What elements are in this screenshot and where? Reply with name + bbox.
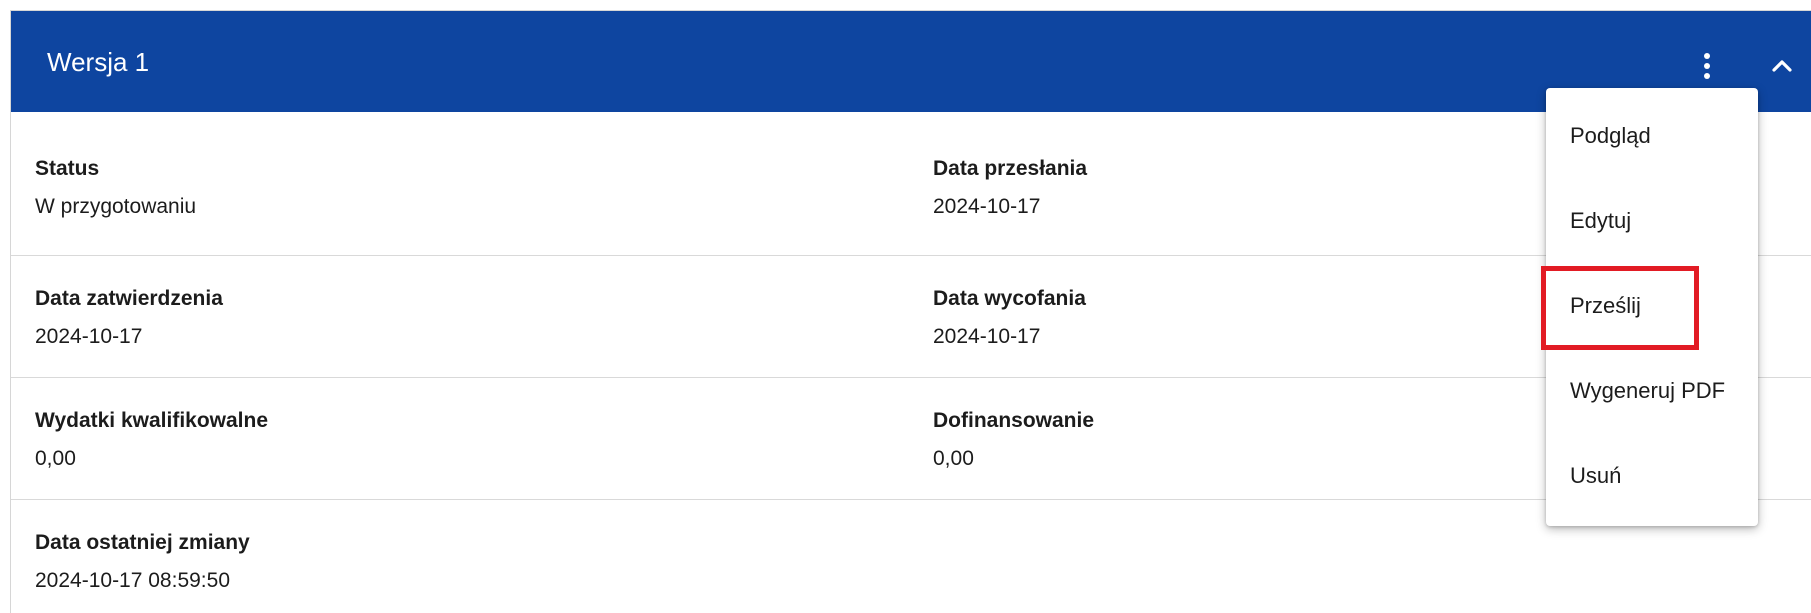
details-row: Wydatki kwalifikowalne 0,00 Dofinansowan… [11,378,1811,500]
version-card: Wersja 1 Status W przygotowaniu Data prz… [10,10,1811,613]
field-value: 0,00 [35,447,76,470]
last-modified-field: Data ostatniej zmiany 2024-10-17 08:59:5… [35,530,250,594]
menu-item-preview[interactable]: Podgląd [1546,106,1758,166]
co-financing-field: Dofinansowanie 0,00 [933,408,1094,472]
submission-date-field: Data przesłania 2024-10-17 [933,156,1087,220]
chevron-up-icon [1772,60,1792,72]
menu-item-label: Wygeneruj PDF [1570,378,1726,403]
more-options-button[interactable] [1695,51,1719,81]
field-value: 2024-10-17 [933,325,1041,348]
page: Wersja 1 Status W przygotowaniu Data prz… [0,0,1811,613]
status-field: Status W przygotowaniu [35,156,196,220]
details-row: Data zatwierdzenia 2024-10-17 Data wycof… [11,256,1811,378]
menu-item-label: Prześlij [1570,293,1641,318]
card-header[interactable]: Wersja 1 [11,11,1811,112]
field-value: 2024-10-17 [35,325,143,348]
details-row: Data ostatniej zmiany 2024-10-17 08:59:5… [11,500,1811,613]
menu-item-edit[interactable]: Edytuj [1546,191,1758,251]
menu-item-generate-pdf[interactable]: Wygeneruj PDF [1546,361,1758,421]
menu-item-label: Usuń [1570,463,1622,488]
field-value: W przygotowaniu [35,195,197,218]
field-value: 2024-10-17 [933,195,1041,218]
card-title: Wersja 1 [47,47,150,77]
menu-item-delete[interactable]: Usuń [1546,446,1758,506]
collapse-button[interactable] [1767,51,1797,81]
field-label: Status [35,157,100,180]
field-label: Dofinansowanie [933,409,1095,432]
actions-menu: Podgląd Edytuj Prześlij Wygeneruj PDF Us… [1546,88,1758,526]
menu-item-label: Edytuj [1570,208,1632,233]
field-value: 0,00 [933,447,974,470]
withdrawal-date-field: Data wycofania 2024-10-17 [933,286,1086,350]
details-row: Status W przygotowaniu Data przesłania 2… [11,112,1811,256]
approval-date-field: Data zatwierdzenia 2024-10-17 [35,286,223,350]
field-label: Wydatki kwalifikowalne [35,409,269,432]
eligible-expenses-field: Wydatki kwalifikowalne 0,00 [35,408,268,472]
menu-item-label: Podgląd [1570,123,1651,148]
menu-item-submit[interactable]: Prześlij [1546,276,1758,336]
field-label: Data zatwierdzenia [35,287,223,310]
field-label: Data ostatniej zmiany [35,531,250,554]
field-value: 2024-10-17 08:59:50 [35,569,230,592]
field-label: Data przesłania [933,157,1088,180]
field-label: Data wycofania [933,287,1086,310]
